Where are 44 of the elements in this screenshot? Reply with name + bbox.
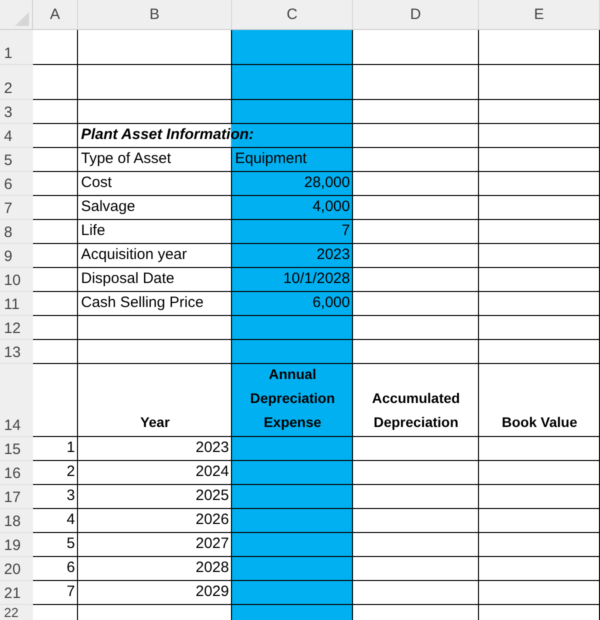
table-cell: 5 [33, 533, 78, 557]
column-header[interactable]: A [33, 0, 78, 29]
table-cell: Equipment [232, 148, 353, 172]
table-cell: 4 [33, 509, 78, 533]
row-header[interactable]: 17 [0, 485, 33, 509]
row-header[interactable]: 14 [0, 364, 33, 437]
row-header[interactable]: 21 [0, 581, 33, 605]
row-header[interactable]: 16 [0, 461, 33, 485]
row-header[interactable]: 6 [0, 172, 33, 196]
table-cell: 2023 [232, 244, 353, 268]
row-header[interactable]: 19 [0, 533, 33, 557]
row-header[interactable]: 4 [0, 124, 33, 148]
table-cell: 28,000 [232, 172, 353, 196]
column-heading-cell: Annual Depreciation Expense [232, 364, 353, 437]
row-header[interactable]: 12 [0, 316, 33, 340]
row-header[interactable]: 2 [0, 65, 33, 100]
table-cell: 4,000 [232, 196, 353, 220]
row-header[interactable]: 9 [0, 244, 33, 268]
table-cell: 6 [33, 557, 78, 581]
row-header[interactable]: 10 [0, 268, 33, 292]
row-header[interactable]: 15 [0, 437, 33, 461]
table-cell: 7 [232, 220, 353, 244]
column-header[interactable]: C [232, 0, 353, 29]
table-cell: 10/1/2028 [232, 268, 353, 292]
column-heading-cell: Book Value [479, 364, 600, 437]
row-header[interactable]: 22 [0, 605, 33, 620]
table-cell: 2 [33, 461, 78, 485]
row-header[interactable]: 8 [0, 220, 33, 244]
row-header[interactable]: 18 [0, 509, 33, 533]
table-cell: 3 [33, 485, 78, 509]
column-header[interactable]: E [479, 0, 600, 29]
row-header[interactable]: 20 [0, 557, 33, 581]
row-header[interactable]: 11 [0, 292, 33, 316]
table-cell: 6,000 [232, 292, 353, 316]
column-header[interactable]: B [78, 0, 232, 29]
row-header[interactable]: 13 [0, 340, 33, 364]
table-cell: 1 [33, 437, 78, 461]
row-header[interactable]: 1 [0, 30, 33, 65]
row-header[interactable]: 5 [0, 148, 33, 172]
column-heading-cell: Accumulated Depreciation [353, 364, 479, 437]
row-header[interactable]: 7 [0, 196, 33, 220]
table-cell: 7 [33, 581, 78, 605]
row-header[interactable]: 3 [0, 100, 33, 124]
column-header[interactable]: D [353, 0, 479, 29]
